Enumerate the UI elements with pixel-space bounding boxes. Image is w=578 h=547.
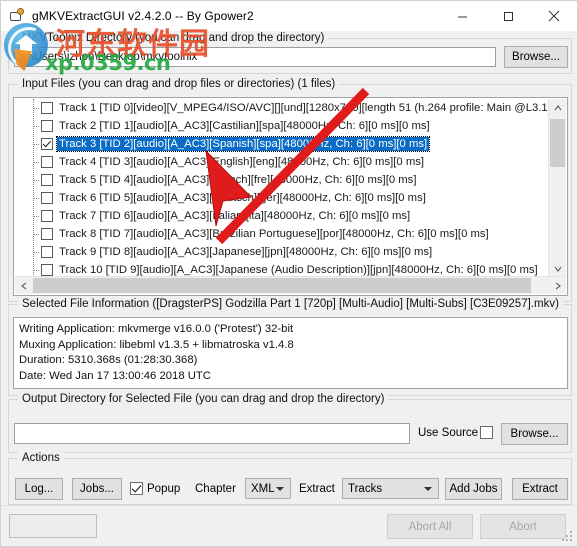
jobs-button[interactable]: Jobs... bbox=[72, 478, 122, 500]
chapter-label: Chapter bbox=[195, 483, 236, 495]
track-checkbox[interactable] bbox=[41, 138, 53, 150]
chevron-down-icon bbox=[424, 486, 432, 491]
chapter-format-value: XML bbox=[251, 482, 275, 495]
status-bar: Abort All Abort bbox=[1, 505, 577, 546]
track-checkbox[interactable] bbox=[41, 246, 53, 258]
mkvtoolnix-path-input[interactable]: C:\Users\jzhon\Desktop\mkvtoolnix bbox=[14, 47, 496, 67]
input-files-group-label: Input Files (you can drag and drop files… bbox=[18, 78, 340, 90]
track-row[interactable]: Track 10 [TID 9][audio][A_AC3][Japanese … bbox=[15, 261, 549, 277]
track-checkbox[interactable] bbox=[41, 228, 53, 240]
window-controls bbox=[439, 1, 577, 31]
maximize-icon[interactable] bbox=[485, 1, 531, 31]
add-jobs-button[interactable]: Add Jobs bbox=[445, 478, 502, 500]
track-checkbox[interactable] bbox=[41, 210, 53, 222]
track-label: Track 5 [TID 4][audio][A_AC3][French][fr… bbox=[59, 174, 417, 186]
track-row[interactable]: Track 1 [TID 0][video][V_MPEG4/ISO/AVC][… bbox=[15, 99, 549, 117]
tree-connector bbox=[33, 108, 39, 109]
track-label: Track 9 [TID 8][audio][A_AC3][Japanese][… bbox=[59, 246, 433, 258]
tree-connector bbox=[33, 270, 39, 271]
tree-connector bbox=[33, 126, 39, 127]
tree-connector bbox=[33, 180, 39, 181]
progress-bar bbox=[9, 514, 97, 538]
file-info-line: Date: Wed Jan 17 13:00:46 2018 UTC bbox=[19, 369, 211, 382]
title-bar: gMKVExtractGUI v2.4.2.0 -- By Gpower2 bbox=[1, 1, 577, 31]
chapter-format-select[interactable]: XML bbox=[245, 478, 291, 499]
extract-mode-select[interactable]: Tracks bbox=[342, 478, 439, 499]
track-row[interactable]: Track 3 [TID 2][audio][A_AC3][Spanish][s… bbox=[15, 135, 549, 153]
track-label: Track 6 [TID 5][audio][A_AC3][Deutsch][g… bbox=[59, 192, 426, 204]
tree-connector bbox=[33, 252, 39, 253]
scroll-down-icon[interactable] bbox=[549, 260, 566, 277]
tree-connector bbox=[33, 162, 39, 163]
track-label: Track 4 [TID 3][audio][A_AC3][English][e… bbox=[59, 156, 425, 168]
track-label: Track 10 [TID 9][audio][A_AC3][Japanese … bbox=[59, 264, 538, 276]
mkvtoolnix-browse-button[interactable]: Browse... bbox=[504, 46, 568, 68]
track-checkbox[interactable] bbox=[41, 120, 53, 132]
file-info-group-label: Selected File Information ([DragsterPS] … bbox=[18, 298, 563, 310]
minimize-icon[interactable] bbox=[439, 1, 485, 31]
mkvtoolnix-group-label: MKVToolnix Directory (you can drag and d… bbox=[18, 32, 329, 44]
application-window: gMKVExtractGUI v2.4.2.0 -- By Gpower2 河东… bbox=[0, 0, 578, 547]
tree-connector bbox=[33, 216, 39, 217]
abort-all-button[interactable]: Abort All bbox=[387, 514, 473, 539]
resize-grip-icon[interactable] bbox=[562, 531, 574, 543]
output-directory-input[interactable] bbox=[14, 423, 410, 444]
extract-mode-label: Extract bbox=[299, 483, 335, 495]
track-checkbox[interactable] bbox=[41, 156, 53, 168]
track-checkbox[interactable] bbox=[41, 192, 53, 204]
track-row[interactable]: Track 7 [TID 6][audio][A_AC3][Italian][i… bbox=[15, 207, 549, 225]
tree-vertical-scrollbar[interactable] bbox=[548, 99, 566, 277]
tree-rows-container: Track 1 [TID 0][video][V_MPEG4/ISO/AVC][… bbox=[15, 99, 549, 277]
actions-group-label: Actions bbox=[18, 452, 64, 464]
file-info-line: Writing Application: mkvmerge v16.0.0 ('… bbox=[19, 323, 294, 335]
use-source-label: Use Source bbox=[418, 427, 479, 439]
scroll-up-icon[interactable] bbox=[549, 99, 566, 116]
track-checkbox[interactable] bbox=[41, 264, 53, 276]
scroll-right-icon[interactable] bbox=[549, 277, 566, 294]
track-row[interactable]: Track 5 [TID 4][audio][A_AC3][French][fr… bbox=[15, 171, 549, 189]
track-row[interactable]: Track 2 [TID 1][audio][A_AC3][Castilian]… bbox=[15, 117, 549, 135]
tree-connector bbox=[33, 144, 39, 145]
track-label: Track 2 [TID 1][audio][A_AC3][Castilian]… bbox=[59, 120, 430, 132]
chevron-down-icon bbox=[276, 486, 284, 491]
track-label: Track 3 [TID 2][audio][A_AC3][Spanish][s… bbox=[55, 136, 431, 152]
track-checkbox[interactable] bbox=[41, 102, 53, 114]
file-info-line: Muxing Application: libebml v1.3.5 + lib… bbox=[19, 338, 294, 351]
scroll-left-icon[interactable] bbox=[15, 277, 32, 294]
output-browse-button[interactable]: Browse... bbox=[501, 423, 568, 445]
extract-button[interactable]: Extract bbox=[512, 478, 568, 500]
app-icon bbox=[9, 8, 25, 24]
window-title: gMKVExtractGUI v2.4.2.0 -- By Gpower2 bbox=[32, 9, 254, 23]
popup-checkbox[interactable] bbox=[130, 482, 143, 495]
track-row[interactable]: Track 6 [TID 5][audio][A_AC3][Deutsch][g… bbox=[15, 189, 549, 207]
track-label: Track 1 [TID 0][video][V_MPEG4/ISO/AVC][… bbox=[59, 102, 549, 114]
extract-mode-value: Tracks bbox=[348, 482, 383, 495]
output-dir-group-label: Output Directory for Selected File (you … bbox=[18, 393, 389, 405]
tree-connector bbox=[33, 234, 39, 235]
log-button[interactable]: Log... bbox=[15, 478, 63, 500]
track-checkbox[interactable] bbox=[41, 174, 53, 186]
track-label: Track 7 [TID 6][audio][A_AC3][Italian][i… bbox=[59, 210, 411, 222]
popup-label: Popup bbox=[147, 483, 181, 495]
track-row[interactable]: Track 4 [TID 3][audio][A_AC3][English][e… bbox=[15, 153, 549, 171]
use-source-checkbox[interactable] bbox=[480, 426, 493, 439]
track-row[interactable]: Track 9 [TID 8][audio][A_AC3][Japanese][… bbox=[15, 243, 549, 261]
file-info-box: Writing Application: mkvmerge v16.0.0 ('… bbox=[13, 317, 568, 389]
tree-horizontal-scrollbar[interactable] bbox=[15, 276, 566, 294]
close-icon[interactable] bbox=[531, 1, 577, 31]
file-info-line: Duration: 5310.368s (01:28:30.368) bbox=[19, 354, 198, 366]
tree-connector bbox=[33, 198, 39, 199]
input-files-tree[interactable]: Track 1 [TID 0][video][V_MPEG4/ISO/AVC][… bbox=[13, 97, 568, 296]
tree-vscroll-thumb[interactable] bbox=[550, 119, 565, 167]
abort-button[interactable]: Abort bbox=[480, 514, 566, 539]
track-row[interactable]: Track 8 [TID 7][audio][A_AC3][Brazilian … bbox=[15, 225, 549, 243]
tree-hscroll-thumb[interactable] bbox=[33, 278, 531, 293]
track-label: Track 8 [TID 7][audio][A_AC3][Brazilian … bbox=[59, 228, 489, 240]
